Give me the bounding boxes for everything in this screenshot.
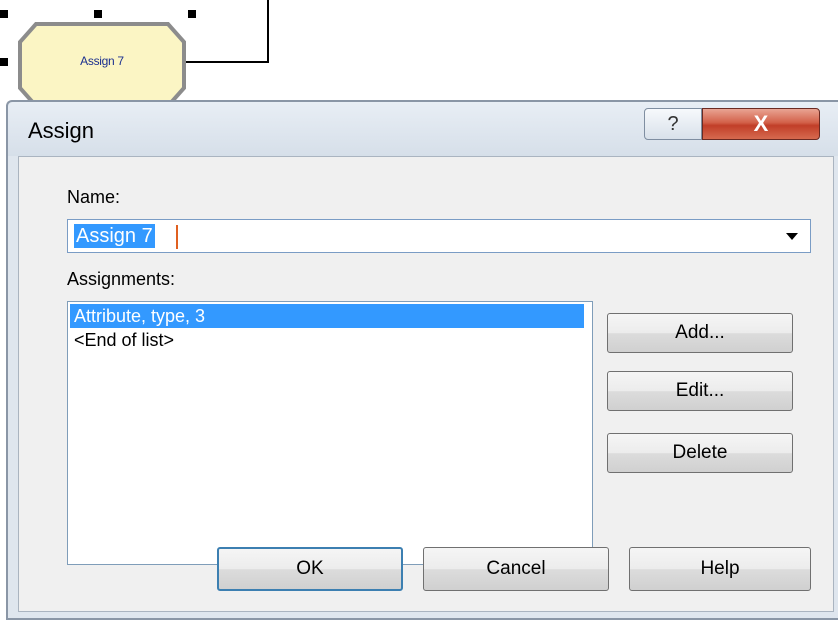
context-help-button[interactable]: ? [644,108,702,140]
name-label: Name: [67,187,121,207]
close-icon: X [753,111,769,136]
assignments-label: Assignments: [67,269,176,289]
question-mark-icon: ? [667,113,679,135]
name-combobox[interactable]: Assign 7 [67,219,811,253]
text-cursor [176,225,178,249]
chevron-down-icon[interactable] [786,233,798,240]
list-item[interactable]: Attribute, type, 3 [70,304,584,328]
dialog-body: Name: Assign 7 Assignments: Attribute, t… [18,156,834,612]
assignments-listbox[interactable]: Attribute, type, 3 <End of list> [67,301,593,565]
name-input-value[interactable]: Assign 7 [74,224,155,248]
assign-module-shape[interactable]: Assign 7 [18,22,186,108]
model-canvas[interactable]: Assign 7 [0,0,838,110]
assign-dialog: Assign ? X Name: Assign 7 Assignments: A… [6,100,838,620]
close-button[interactable]: X [702,108,820,140]
ok-button[interactable]: OK [217,547,403,591]
cancel-button[interactable]: Cancel [423,547,609,591]
dialog-title: Assign [28,118,95,143]
add-button[interactable]: Add... [607,313,793,353]
list-item[interactable]: <End of list> [70,328,174,352]
delete-button[interactable]: Delete [607,433,793,473]
module-label: Assign 7 [80,54,124,68]
help-button[interactable]: Help [629,547,811,591]
edit-button[interactable]: Edit... [607,371,793,411]
title-bar[interactable]: Assign ? X [8,102,838,156]
